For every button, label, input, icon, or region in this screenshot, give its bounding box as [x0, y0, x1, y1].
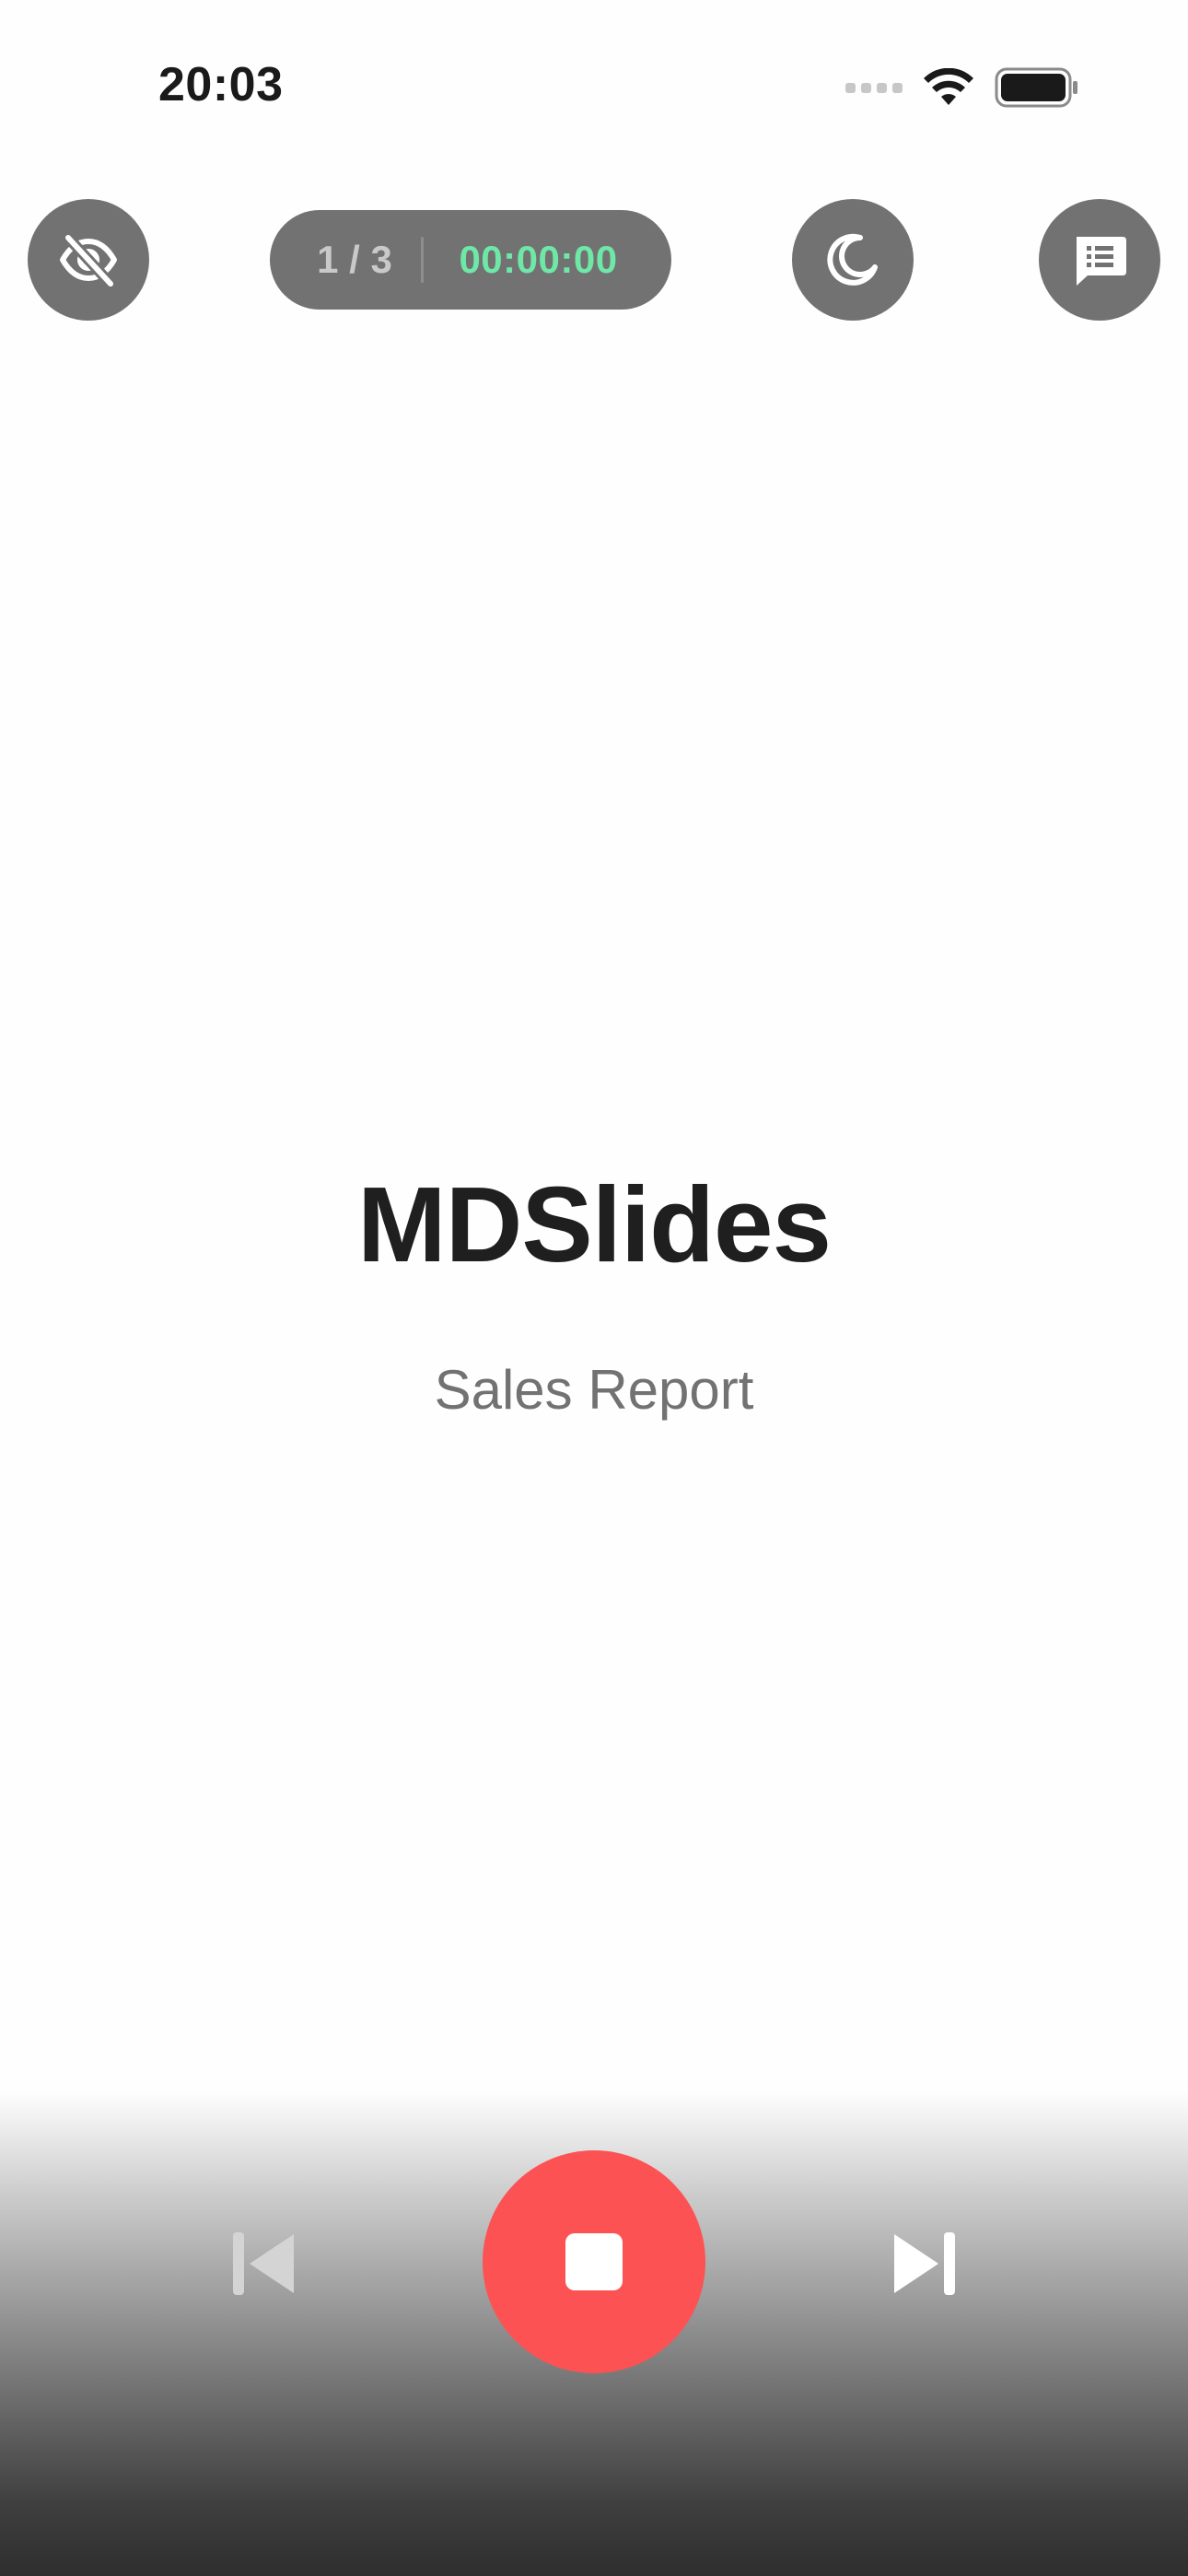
theme-toggle-button[interactable]: [792, 199, 914, 321]
slide-subtitle: Sales Report: [434, 1359, 754, 1421]
skip-forward-icon: [889, 2227, 962, 2305]
presentation-timer: 00:00:00: [459, 238, 618, 281]
speaker-notes-button[interactable]: [1039, 199, 1160, 321]
eye-slash-icon: [55, 227, 122, 293]
moon-icon: [823, 230, 882, 289]
cellular-signal-icon: [845, 82, 903, 93]
next-slide-button[interactable]: [884, 2224, 967, 2307]
notes-bubble-icon: [1069, 229, 1130, 290]
slide-counter: 1 / 3: [317, 238, 392, 281]
status-time: 20:03: [158, 58, 284, 111]
status-indicators: [845, 64, 1079, 111]
slide-title: MDSlides: [356, 1165, 832, 1284]
previous-slide-button[interactable]: [221, 2224, 304, 2307]
wifi-icon: [923, 68, 974, 107]
progress-pill: 1 / 3 00:00:00: [270, 210, 671, 310]
stop-presentation-button[interactable]: [483, 2150, 705, 2373]
hide-controls-button[interactable]: [28, 199, 149, 321]
stop-icon: [565, 2233, 623, 2290]
battery-icon: [995, 67, 1079, 108]
skip-back-icon: [226, 2227, 299, 2305]
presentation-screen: 20:03 1 / 3 00:00:00 MDSlides Sales Repo…: [0, 0, 1188, 2576]
